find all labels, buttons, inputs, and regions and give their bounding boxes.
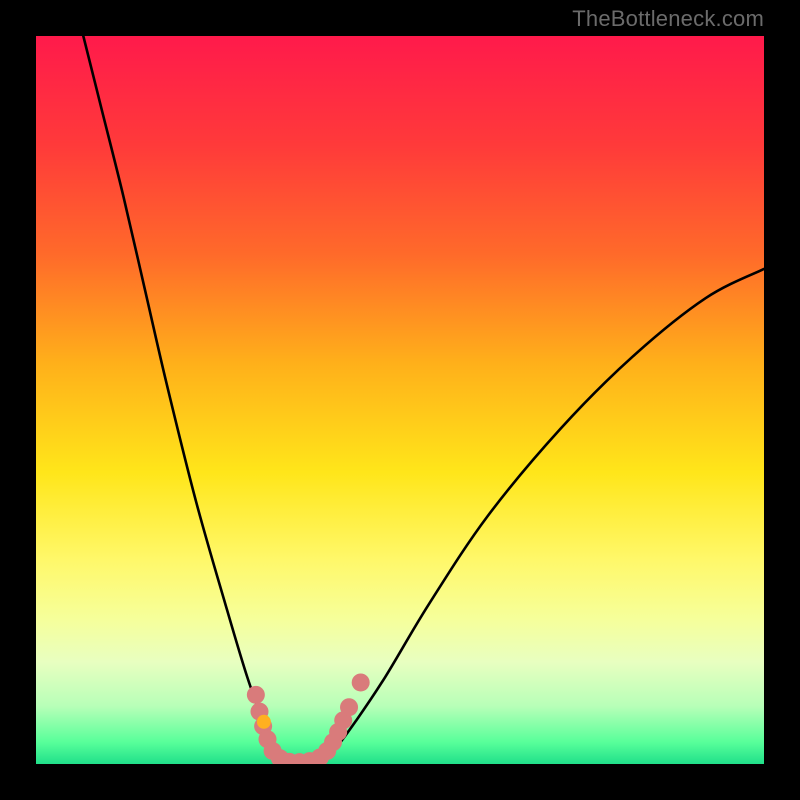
dip-marker [247,686,265,704]
watermark-text: TheBottleneck.com [572,6,764,32]
dip-marker [352,673,370,691]
chart-frame [36,36,764,764]
dip-marker [340,698,358,716]
accent-marker [257,715,271,729]
chart-plot [36,36,764,764]
